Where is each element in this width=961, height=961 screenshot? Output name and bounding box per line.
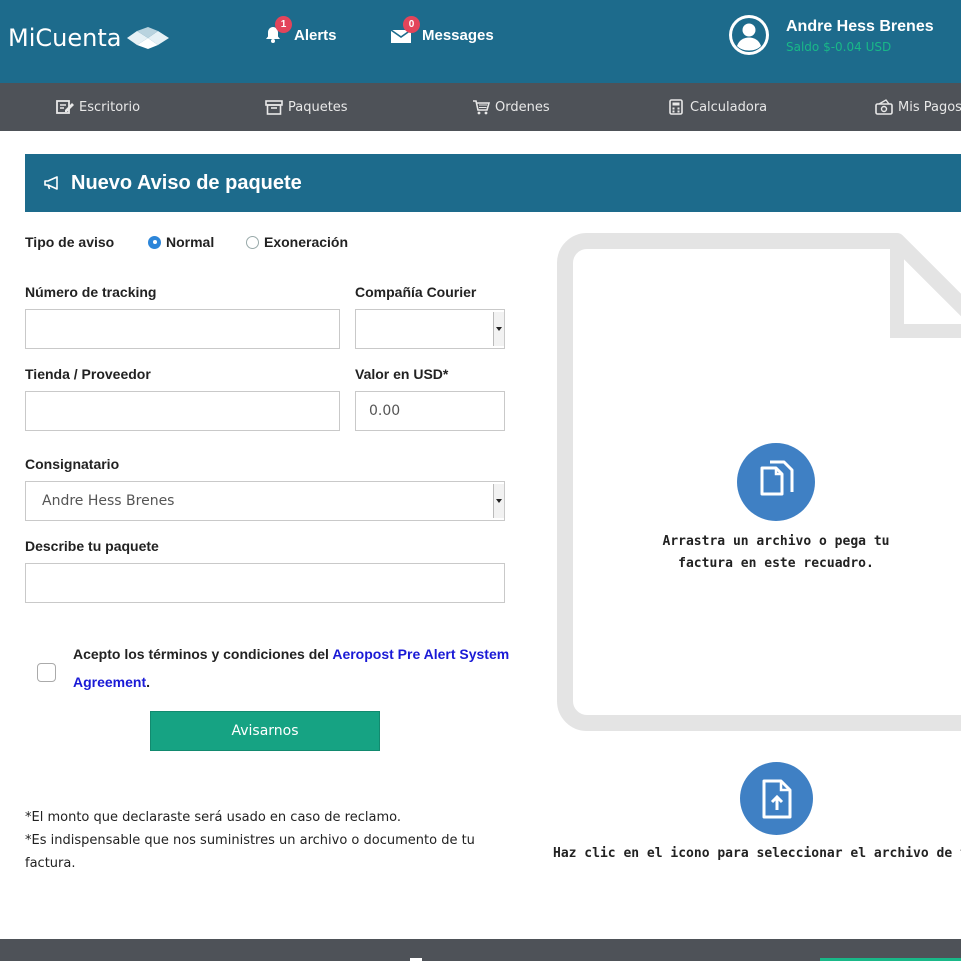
- envelope-icon: 0: [390, 16, 420, 46]
- radio-exoneracion-dot: [246, 235, 259, 249]
- main-nav: Escritorio Paquetes Ordenes Calculadora …: [0, 83, 961, 131]
- radio-exoneracion-label: Exoneración: [264, 234, 349, 250]
- terms-text: Acepto los términos y condiciones del Ae…: [73, 640, 513, 696]
- edit-icon: [56, 100, 74, 114]
- user-balance: Saldo $-0.04 USD: [786, 40, 892, 54]
- alerts-badge: 1: [275, 16, 292, 33]
- radio-normal-dot: [148, 235, 161, 249]
- copy-files-icon[interactable]: [737, 443, 815, 521]
- top-header: MiCuenta 1 Alerts 0 Messages Andre Hess …: [0, 0, 961, 83]
- terms-end: .: [146, 674, 151, 690]
- note-claim: *El monto que declaraste será usado en c…: [25, 810, 401, 825]
- consignatario-value: Andre Hess Brenes: [42, 493, 175, 509]
- nav-item-mis-pagos[interactable]: Mis Pagos: [875, 99, 961, 115]
- messages-badge: 0: [403, 16, 420, 33]
- upload-instructions: Haz clic en el icono para seleccionar el…: [553, 846, 961, 861]
- brand-name: MiCuenta: [8, 24, 122, 52]
- alerts-link[interactable]: 1 Alerts: [262, 16, 337, 46]
- archive-icon: [265, 100, 283, 115]
- nav-label: Paquetes: [288, 99, 348, 115]
- messages-link[interactable]: 0 Messages: [390, 16, 494, 46]
- nav-label: Ordenes: [495, 99, 550, 115]
- nav-label: Calculadora: [690, 99, 768, 115]
- valor-label: Valor en USD*: [355, 366, 449, 382]
- terms-lead: Acepto los términos y condiciones del: [73, 646, 333, 662]
- cart-icon: [473, 100, 490, 115]
- radio-normal[interactable]: Normal: [148, 234, 214, 250]
- nav-item-ordenes[interactable]: Ordenes: [472, 99, 550, 115]
- consignatario-select[interactable]: Andre Hess Brenes: [25, 481, 505, 521]
- brand-logo-icon: [127, 27, 170, 49]
- courier-label: Compañía Courier: [355, 284, 477, 300]
- terms-checkbox[interactable]: [37, 663, 56, 682]
- drop-zone-text: Arrastra un archivo o pega tu factura en…: [662, 534, 890, 571]
- footer: [0, 939, 961, 961]
- bell-icon: 1: [262, 16, 292, 46]
- tracking-label: Número de tracking: [25, 284, 157, 300]
- calculator-icon: [669, 99, 683, 115]
- nav-label: Mis Pagos: [898, 99, 961, 115]
- panel-title: Nuevo Aviso de paquete: [71, 171, 302, 194]
- user-name: Andre Hess Brenes: [786, 18, 934, 35]
- chevron-down-icon: [493, 312, 504, 346]
- panel-header: Nuevo Aviso de paquete: [25, 154, 961, 212]
- brand[interactable]: MiCuenta: [8, 24, 170, 52]
- megaphone-icon: [44, 176, 58, 190]
- tienda-input[interactable]: [25, 391, 340, 431]
- nav-label: Escritorio: [79, 99, 141, 115]
- tipo-aviso-label: Tipo de aviso: [25, 234, 115, 250]
- tienda-label: Tienda / Proveedor: [25, 366, 151, 382]
- tracking-input[interactable]: [25, 309, 340, 349]
- describe-label: Describe tu paquete: [25, 538, 159, 554]
- chevron-down-icon: [493, 484, 504, 518]
- describe-input[interactable]: [25, 563, 505, 603]
- submit-button[interactable]: Avisarnos: [150, 711, 380, 751]
- alerts-label: Alerts: [294, 26, 337, 44]
- radio-normal-label: Normal: [166, 234, 215, 250]
- note-invoice: *Es indispensable que nos suministres un…: [25, 833, 475, 871]
- nav-item-calculadora[interactable]: Calculadora: [667, 99, 767, 115]
- nav-item-paquetes[interactable]: Paquetes: [265, 99, 348, 115]
- messages-label: Messages: [422, 26, 494, 44]
- courier-select[interactable]: [355, 309, 505, 349]
- nav-item-escritorio[interactable]: Escritorio: [56, 99, 140, 115]
- consignatario-label: Consignatario: [25, 456, 120, 472]
- valor-input[interactable]: 0.00: [355, 391, 505, 431]
- money-icon: [875, 99, 893, 115]
- upload-file-icon[interactable]: [740, 762, 813, 835]
- user-menu[interactable]: Andre Hess Brenes Saldo $-0.04 USD: [728, 14, 934, 56]
- user-avatar-icon: [729, 15, 769, 55]
- radio-exoneracion[interactable]: Exoneración: [246, 234, 348, 250]
